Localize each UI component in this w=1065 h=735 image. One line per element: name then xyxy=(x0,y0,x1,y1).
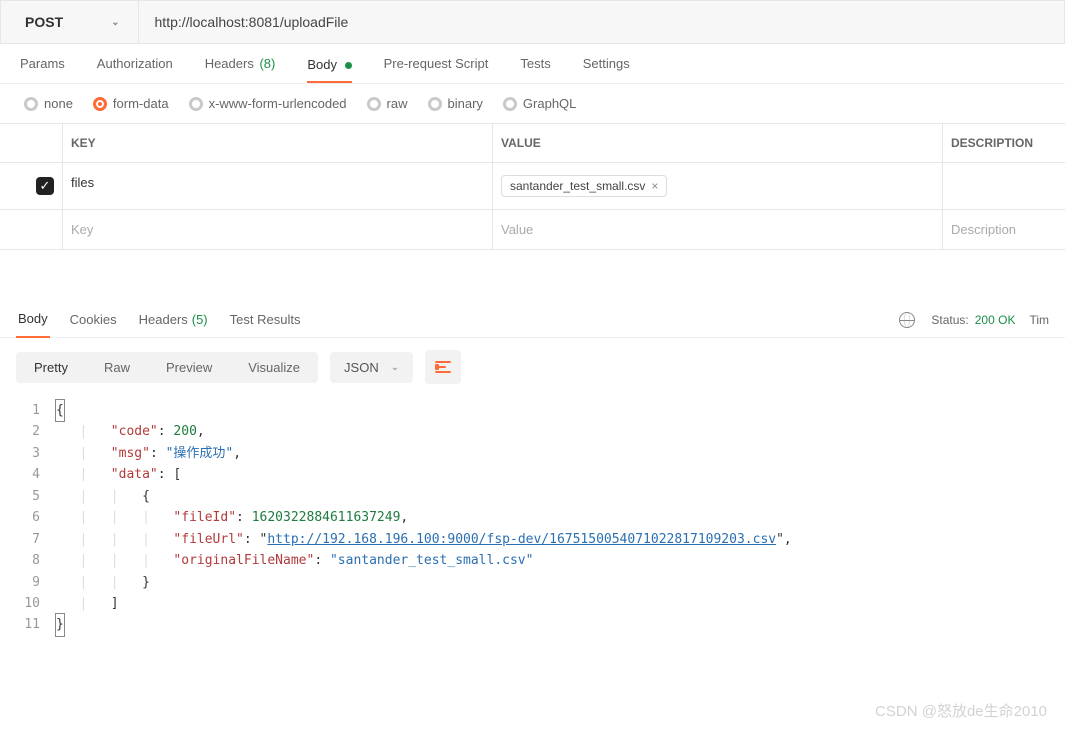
radio-dot-selected-icon xyxy=(93,97,107,111)
radio-form-data[interactable]: form-data xyxy=(93,96,169,111)
status-label: Status: xyxy=(931,313,968,327)
col-header-value: VALUE xyxy=(492,124,942,162)
desc-placeholder[interactable]: Description xyxy=(942,210,1065,249)
col-header-key: KEY xyxy=(62,124,492,162)
wrap-lines-icon xyxy=(435,361,451,373)
radio-none[interactable]: none xyxy=(24,96,73,111)
tab-headers[interactable]: Headers (8) xyxy=(205,45,276,82)
col-header-desc: DESCRIPTION xyxy=(942,124,1065,162)
radio-binary[interactable]: binary xyxy=(428,96,483,111)
resp-headers-count: (5) xyxy=(192,312,208,327)
formdata-table: KEY VALUE DESCRIPTION ✓ files santander_… xyxy=(0,123,1065,250)
file-chip-name: santander_test_small.csv xyxy=(510,179,645,193)
row-value-cell[interactable]: santander_test_small.csv × xyxy=(492,163,942,209)
response-tabs: Body Cookies Headers (5) Test Results St… xyxy=(0,302,1065,338)
chevron-down-icon: ⌄ xyxy=(111,17,119,28)
row-desc-cell[interactable] xyxy=(942,163,1065,209)
dirty-dot-icon xyxy=(345,62,352,69)
tab-params[interactable]: Params xyxy=(20,45,65,82)
line-number: 11 xyxy=(0,614,56,635)
tab-body[interactable]: Body xyxy=(307,46,351,83)
table-header-row: KEY VALUE DESCRIPTION xyxy=(0,124,1065,163)
line-number: 6 xyxy=(0,507,56,528)
tab-pre-request[interactable]: Pre-request Script xyxy=(384,45,489,82)
chevron-down-icon: ⌄ xyxy=(391,362,399,373)
http-method-select[interactable]: POST ⌄ xyxy=(1,1,138,43)
value-placeholder[interactable]: Value xyxy=(492,210,942,249)
url-text: http://localhost:8081/uploadFile xyxy=(155,14,349,30)
row-checkbox[interactable]: ✓ xyxy=(36,177,54,195)
resp-tab-test-results[interactable]: Test Results xyxy=(228,302,303,338)
remove-file-icon[interactable]: × xyxy=(651,179,658,193)
headers-count: (8) xyxy=(259,56,275,71)
watermark: CSDN @怒放de生命2010 xyxy=(875,700,1047,721)
resp-tab-body[interactable]: Body xyxy=(16,302,50,338)
response-status: Status: 200 OK Tim xyxy=(899,312,1049,328)
key-placeholder[interactable]: Key xyxy=(62,210,492,249)
file-chip: santander_test_small.csv × xyxy=(501,175,667,197)
line-number: 1 xyxy=(0,400,56,421)
line-number: 8 xyxy=(0,550,56,571)
line-number: 3 xyxy=(0,443,56,464)
globe-icon[interactable] xyxy=(899,312,915,328)
response-view-controls: Pretty Raw Preview Visualize JSON ⌄ xyxy=(0,338,1065,396)
radio-graphql[interactable]: GraphQL xyxy=(503,96,576,111)
view-raw-button[interactable]: Raw xyxy=(86,352,148,383)
line-number: 4 xyxy=(0,464,56,485)
line-number: 9 xyxy=(0,572,56,593)
tab-body-label: Body xyxy=(307,57,337,72)
table-row: ✓ files santander_test_small.csv × xyxy=(0,163,1065,210)
radio-urlencoded[interactable]: x-www-form-urlencoded xyxy=(189,96,347,111)
radio-dot-icon xyxy=(24,97,38,111)
tab-headers-label: Headers xyxy=(205,56,254,71)
tab-authorization[interactable]: Authorization xyxy=(97,45,173,82)
toggle-wrap-button[interactable] xyxy=(425,350,461,384)
line-number: 5 xyxy=(0,486,56,507)
resp-tab-cookies[interactable]: Cookies xyxy=(68,302,119,338)
line-number: 7 xyxy=(0,529,56,550)
tab-settings[interactable]: Settings xyxy=(583,45,630,82)
radio-dot-icon xyxy=(189,97,203,111)
tab-tests[interactable]: Tests xyxy=(520,45,550,82)
response-code-viewer[interactable]: 1{ 2 | "code": 200, 3 | "msg": "操作成功", 4… xyxy=(0,396,1065,652)
url-input[interactable]: http://localhost:8081/uploadFile xyxy=(138,1,1064,43)
http-method-label: POST xyxy=(25,14,63,30)
request-tabs: Params Authorization Headers (8) Body Pr… xyxy=(0,44,1065,84)
resp-tab-headers[interactable]: Headers (5) xyxy=(137,302,210,338)
table-row-placeholder: Key Value Description xyxy=(0,210,1065,250)
status-value: 200 OK xyxy=(975,313,1016,327)
radio-dot-icon xyxy=(503,97,517,111)
view-visualize-button[interactable]: Visualize xyxy=(230,352,318,383)
line-number: 10 xyxy=(0,593,56,614)
radio-dot-icon xyxy=(367,97,381,111)
view-preview-button[interactable]: Preview xyxy=(148,352,230,383)
row-key-cell[interactable]: files xyxy=(62,163,492,209)
response-lang-select[interactable]: JSON ⌄ xyxy=(330,352,413,383)
file-url-link[interactable]: http://192.168.196.100:9000/fsp-dev/1675… xyxy=(267,532,776,547)
view-pretty-button[interactable]: Pretty xyxy=(16,352,86,383)
line-number: 2 xyxy=(0,421,56,442)
radio-dot-icon xyxy=(428,97,442,111)
radio-raw[interactable]: raw xyxy=(367,96,408,111)
resp-time-label: Tim xyxy=(1029,313,1049,327)
body-type-radios: none form-data x-www-form-urlencoded raw… xyxy=(0,84,1065,123)
view-mode-segment: Pretty Raw Preview Visualize xyxy=(16,352,318,383)
